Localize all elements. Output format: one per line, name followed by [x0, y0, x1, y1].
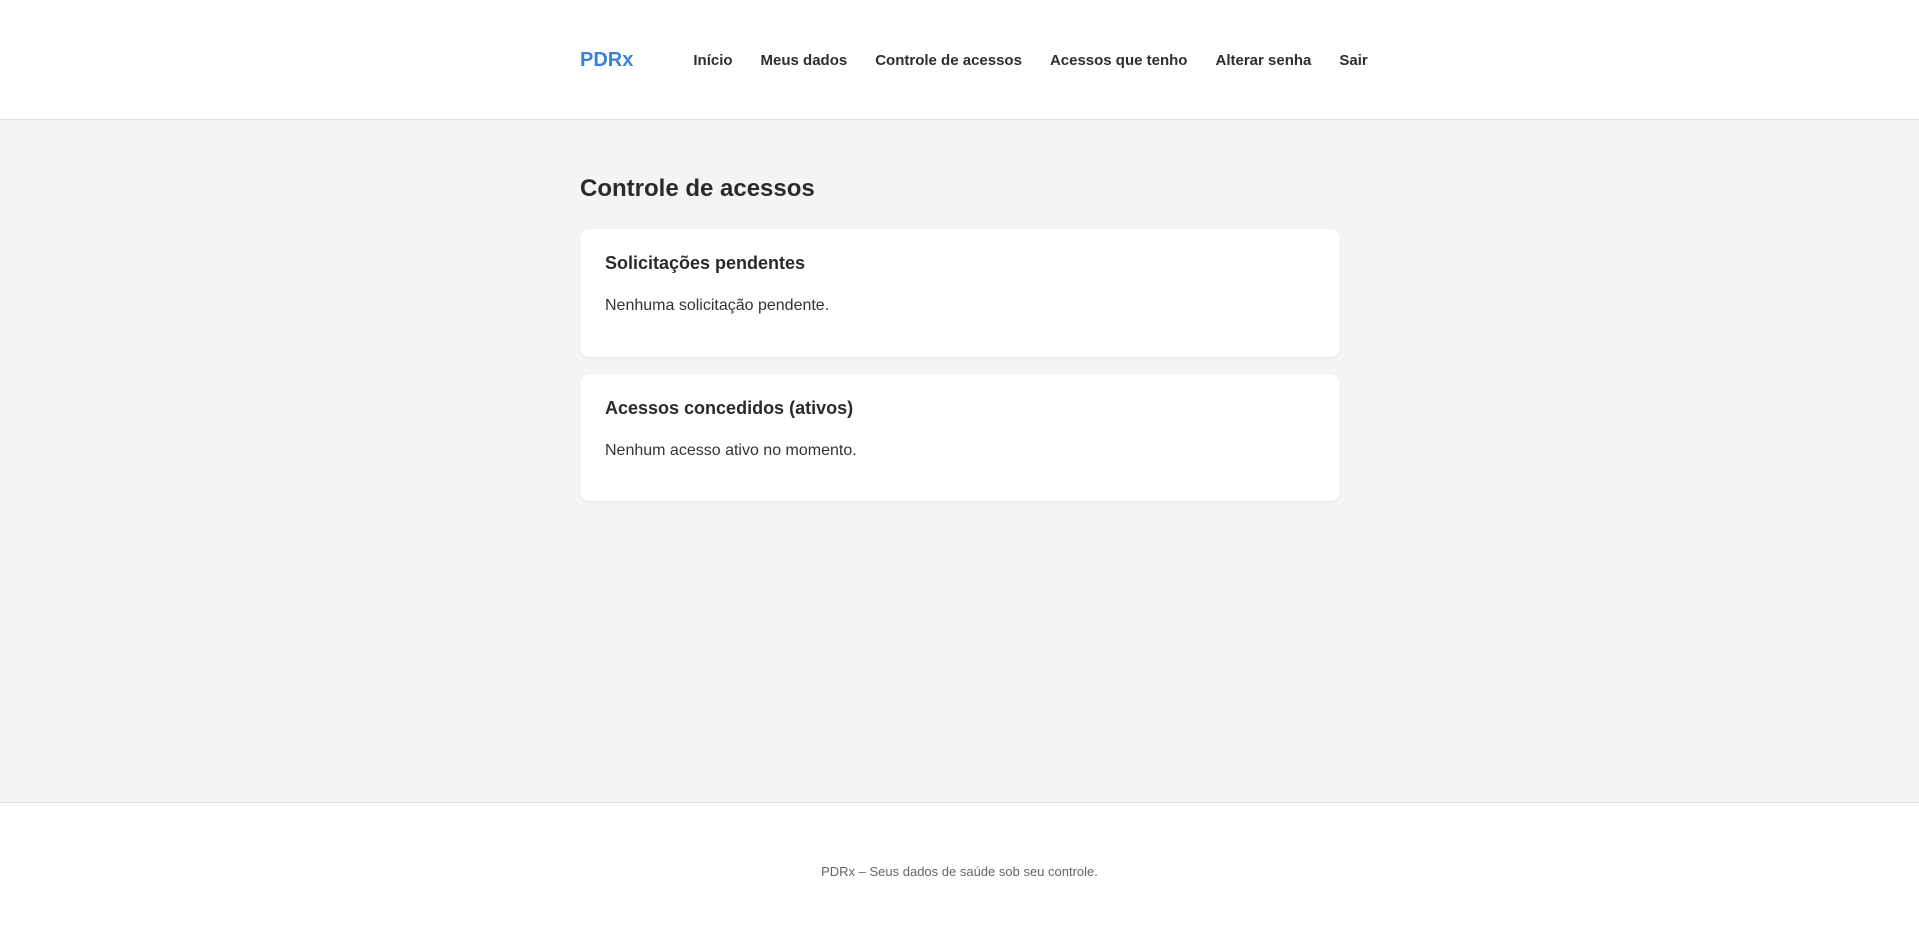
granted-access-title: Acessos concedidos (ativos): [605, 398, 854, 418]
granted-access-empty-message: Nenhum acesso ativo no momento.: [605, 442, 857, 459]
nav-item-alterar-senha[interactable]: Alterar senha: [1215, 52, 1311, 69]
pending-requests-card: Solicitações pendentes Nenhuma solicitaç…: [580, 229, 1340, 357]
nav-item-controle-de-acessos[interactable]: Controle de acessos: [875, 52, 1022, 69]
nav-item-inicio[interactable]: Início: [693, 52, 732, 69]
top-header: PDRx Início Meus dados Controle de acess…: [0, 0, 1919, 120]
pending-requests-empty-message: Nenhuma solicitação pendente.: [605, 297, 830, 314]
pending-requests-title: Solicitações pendentes: [605, 253, 806, 273]
nav-item-meus-dados[interactable]: Meus dados: [761, 52, 848, 69]
main-content: Controle de acessos Solicitações pendent…: [580, 120, 1340, 501]
granted-access-card: Acessos concedidos (ativos) Nenhum acess…: [580, 374, 1340, 501]
brand-logo-link[interactable]: PDRx: [580, 49, 633, 72]
header-inner: PDRx Início Meus dados Controle de acess…: [580, 0, 1368, 120]
nav-item-acessos-que-tenho[interactable]: Acessos que tenho: [1050, 52, 1188, 69]
page-footer: PDRx – Seus dados de saúde sob seu contr…: [0, 802, 1919, 931]
nav-item-sair[interactable]: Sair: [1339, 52, 1367, 69]
main-nav: Início Meus dados Controle de acessos Ac…: [693, 52, 1367, 69]
footer-tagline: PDRx – Seus dados de saúde sob seu contr…: [821, 864, 1098, 879]
page-title: Controle de acessos: [580, 175, 815, 202]
